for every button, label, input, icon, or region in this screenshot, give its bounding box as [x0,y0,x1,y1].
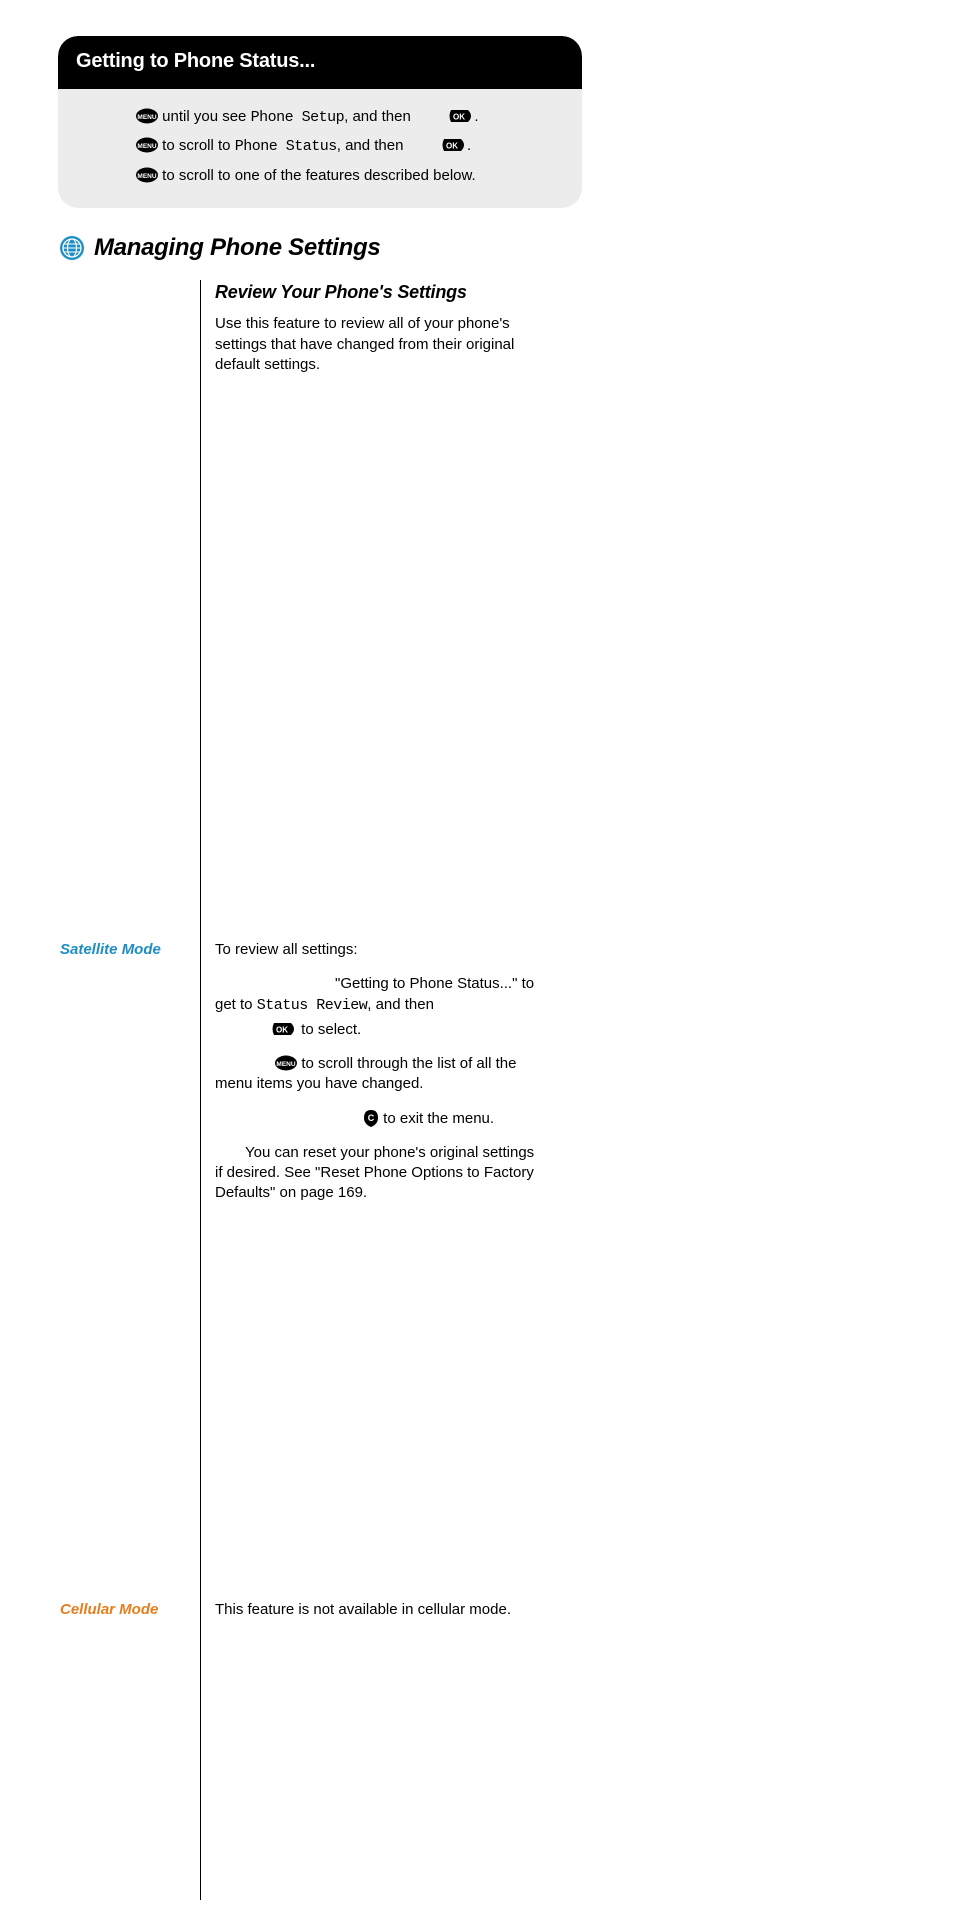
section-heading-row: Managing Phone Settings [58,232,914,264]
svg-text:OK: OK [453,113,465,122]
svg-text:OK: OK [446,142,458,151]
step-3: MENU to scroll to one of the features de… [136,166,552,186]
menu-icon: MENU [136,167,158,183]
intro-paragraph: Use this feature to review all of your p… [215,314,535,375]
box-body: MENU until you see Phone Setup, and then… [58,89,582,208]
svg-text:MENU: MENU [137,114,156,121]
step1-text-c: , and then [344,108,411,125]
step1-text-a: until you see [162,108,246,125]
ok-icon: OK [441,137,467,153]
svg-text:OK: OK [276,1025,288,1034]
box-title: Getting to Phone Status... [58,36,582,89]
cellular-mode-label: Cellular Mode [60,1601,158,1618]
menu-icon: MENU [136,108,158,124]
step-review-1: "Getting to Phone Status..." to get to S… [215,974,535,1016]
cellular-note: This feature is not available in cellula… [215,1600,535,1620]
globe-icon [58,234,86,262]
subsection-heading: Review Your Phone's Settings [215,280,554,304]
ok-icon: OK [448,108,474,124]
step3-text: to scroll to one of the features describ… [162,167,476,184]
c-icon: C [363,1109,379,1127]
ok-icon: OK [271,1021,297,1037]
getting-to-box: Getting to Phone Status... MENU until yo… [58,36,582,208]
step2-phone-status: Phone Status [235,138,337,155]
step-review-1b: OK to select. [215,1020,535,1040]
step-2: MENU to scroll to Phone Status, and then… [136,136,552,157]
step-review-2: MENU to scroll through the list of all t… [215,1054,535,1095]
step-1: MENU until you see Phone Setup, and then… [136,107,552,128]
step2-text-a: to scroll to [162,137,230,154]
review-intro: To review all settings: [215,940,535,960]
step-review-3: C to exit the menu. [215,1109,535,1129]
svg-text:C: C [368,1113,375,1123]
reset-note: You can reset your phone's original sett… [215,1143,535,1204]
step1-phone-setup: Phone Setup [251,109,345,126]
menu-icon: MENU [136,137,158,153]
svg-text:MENU: MENU [137,173,156,180]
satellite-mode-label: Satellite Mode [60,941,161,958]
step2-text-c: , and then [337,137,404,154]
menu-icon: MENU [275,1055,297,1071]
section-heading: Managing Phone Settings [94,232,380,264]
svg-text:MENU: MENU [137,143,156,150]
svg-text:MENU: MENU [277,1061,296,1068]
